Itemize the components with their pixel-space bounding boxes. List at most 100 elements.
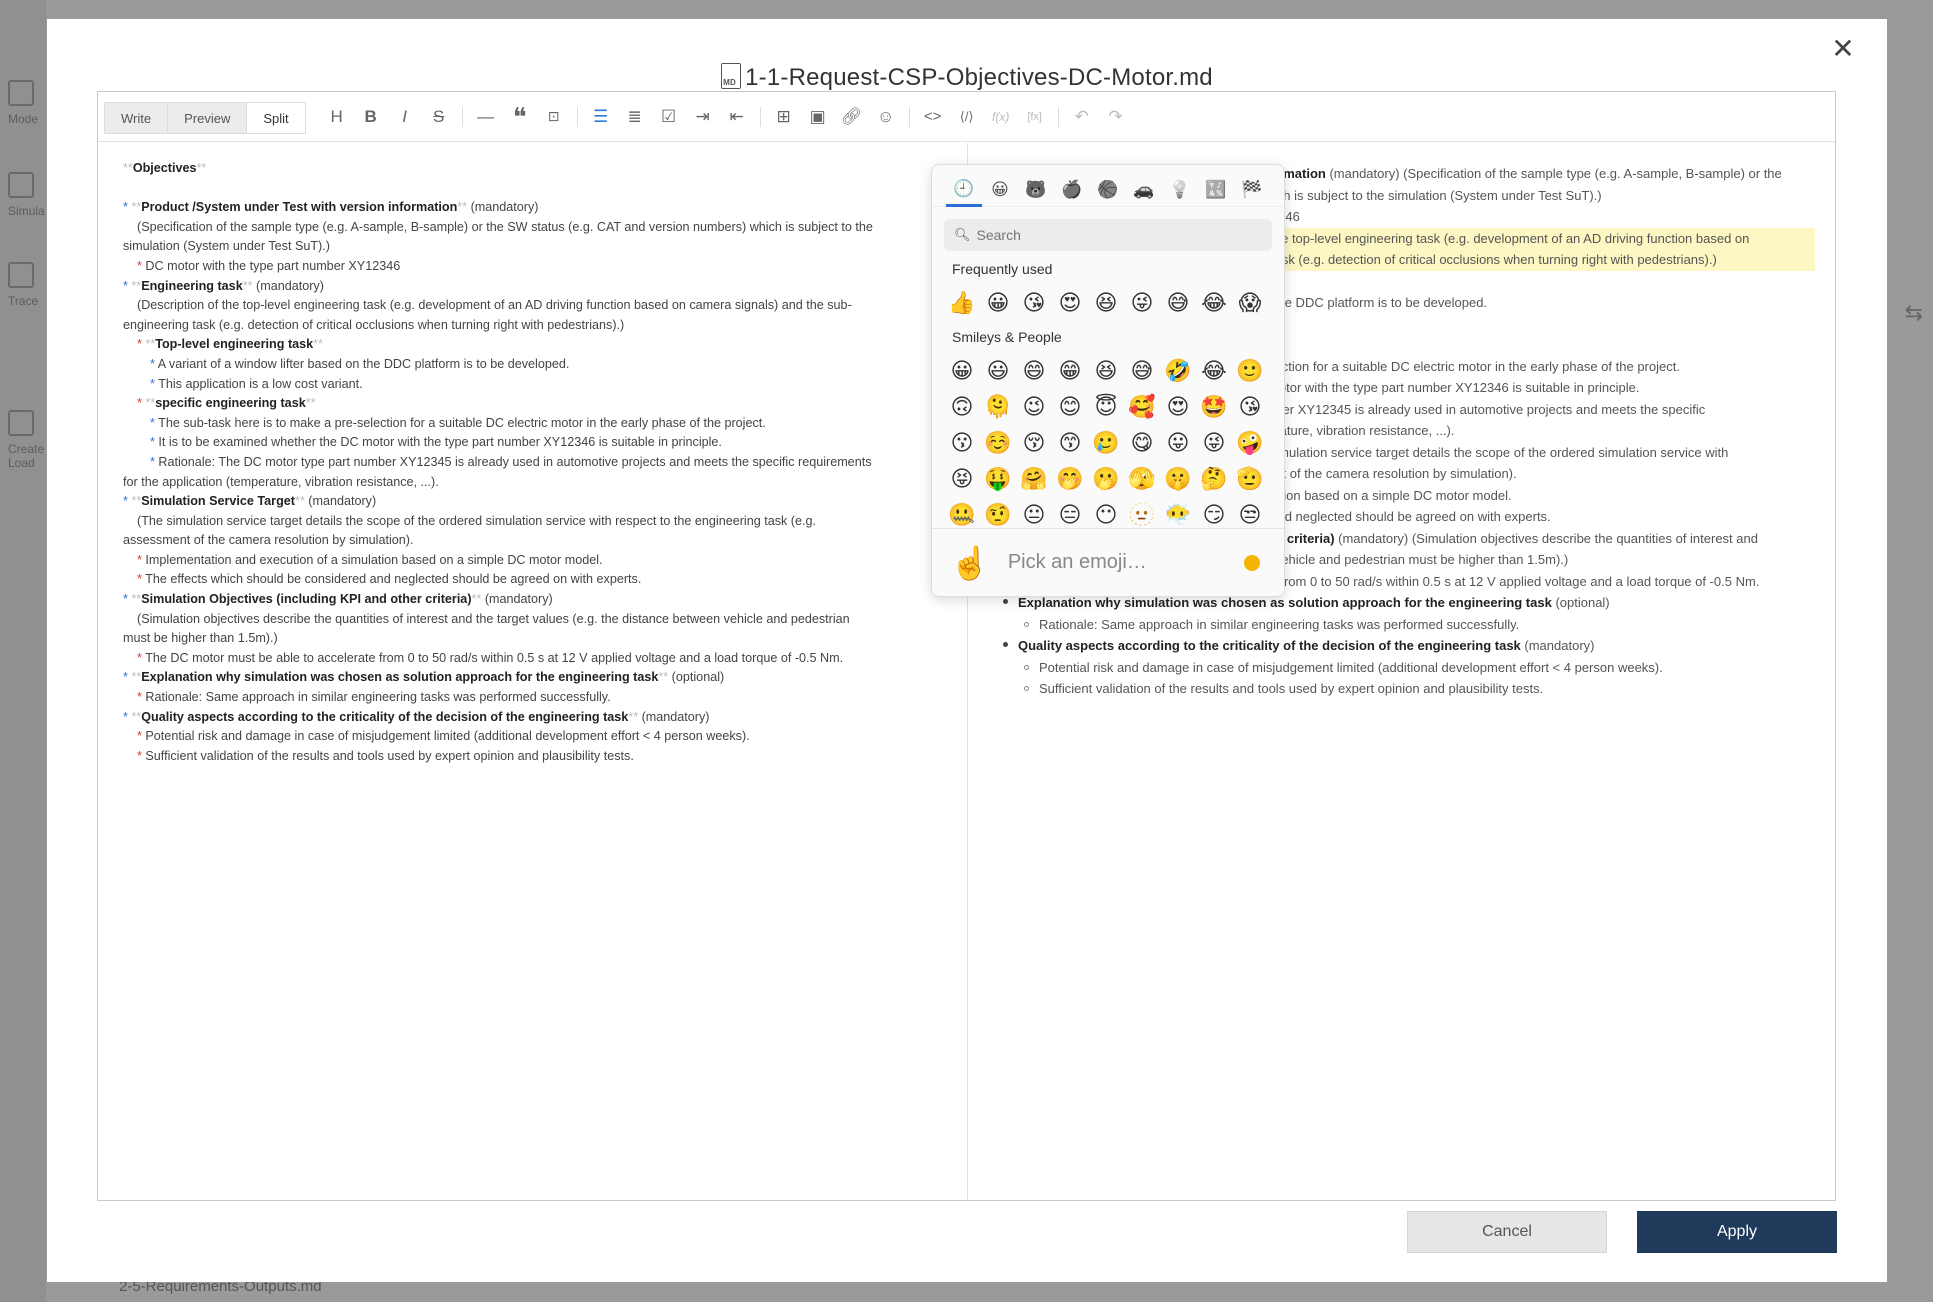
smiley-emoji[interactable]: ☺️ bbox=[980, 425, 1016, 461]
smiley-emoji[interactable]: 😗 bbox=[944, 425, 980, 461]
tab-write[interactable]: Write bbox=[104, 101, 168, 134]
smiley-emoji[interactable]: 😆 bbox=[1088, 353, 1124, 389]
smiley-emoji[interactable]: 🤭 bbox=[1052, 461, 1088, 497]
formula-block-icon[interactable]: [fx] bbox=[1018, 102, 1052, 132]
source-pane[interactable]: **Objectives** * **Product /System under… bbox=[98, 143, 968, 1200]
emoji-search-input[interactable] bbox=[976, 227, 1237, 243]
smiley-emoji[interactable]: 🤗 bbox=[1016, 461, 1052, 497]
frequent-emoji[interactable]: 😍 bbox=[1052, 285, 1088, 321]
smiley-emoji[interactable]: 😛 bbox=[1160, 425, 1196, 461]
collapse-icon[interactable]: ⊡ bbox=[537, 102, 571, 132]
cancel-button[interactable]: Cancel bbox=[1407, 1211, 1607, 1253]
smiley-emoji[interactable]: 🥲 bbox=[1088, 425, 1124, 461]
smiley-emoji[interactable]: 😋 bbox=[1124, 425, 1160, 461]
code-block-icon[interactable]: ⟨/⟩ bbox=[950, 102, 984, 132]
source-line: (Description of the top-level engineerin… bbox=[137, 298, 852, 313]
apply-button[interactable]: Apply bbox=[1637, 1211, 1837, 1253]
smiley-emoji[interactable]: 😚 bbox=[1016, 425, 1052, 461]
symbols-category-icon[interactable]: 🔣 bbox=[1198, 173, 1234, 207]
close-button[interactable]: ✕ bbox=[1829, 35, 1857, 63]
smiley-emoji[interactable]: 😝 bbox=[944, 461, 980, 497]
toolbar-divider bbox=[759, 106, 761, 127]
skin-tone-selector[interactable] bbox=[1244, 554, 1260, 571]
image-icon[interactable]: ▣ bbox=[801, 102, 835, 132]
frequent-emoji[interactable]: 😅 bbox=[1160, 285, 1196, 321]
frequent-emoji[interactable]: 😀 bbox=[980, 285, 1016, 321]
strikethrough-icon[interactable]: S bbox=[422, 102, 456, 132]
source-line: * This application is a low cost variant… bbox=[150, 376, 363, 391]
frequent-emoji[interactable]: 👍 bbox=[944, 285, 980, 321]
formula-icon[interactable]: f(x) bbox=[984, 102, 1018, 132]
frequent-emoji[interactable]: 😱 bbox=[1232, 285, 1268, 321]
frequent-emoji[interactable]: 😂 bbox=[1196, 285, 1232, 321]
smiley-emoji[interactable]: 🤣 bbox=[1160, 353, 1196, 389]
toolbar-divider bbox=[576, 106, 578, 127]
link-icon[interactable]: 🔗︎ bbox=[835, 102, 869, 132]
source-line: must be higher than 1.5m).) bbox=[123, 631, 278, 646]
preview-emoji: ☝️ bbox=[950, 544, 990, 581]
task-list-icon[interactable]: ☑ bbox=[652, 102, 686, 132]
tab-split[interactable]: Split bbox=[246, 101, 306, 134]
smiley-emoji[interactable]: 🥰 bbox=[1124, 389, 1160, 425]
smiley-emoji[interactable]: 😄 bbox=[1016, 353, 1052, 389]
source-line: * Sufficient validation of the results a… bbox=[137, 748, 634, 763]
smiley-emoji[interactable]: 😘 bbox=[1232, 389, 1268, 425]
tab-preview[interactable]: Preview bbox=[167, 101, 247, 134]
source-line: * The DC motor must be able to accelerat… bbox=[137, 650, 844, 665]
smiley-emoji[interactable]: 😜 bbox=[1196, 425, 1232, 461]
smiley-emoji[interactable]: 🤔 bbox=[1196, 461, 1232, 497]
preview-list-item: Rationale: Same approach in similar engi… bbox=[969, 614, 1835, 636]
outdent-icon[interactable]: ⇤ bbox=[720, 102, 754, 132]
smiley-emoji[interactable]: 😉 bbox=[1016, 389, 1052, 425]
smiley-emoji[interactable]: 🤩 bbox=[1196, 389, 1232, 425]
source-line: * **Engineering task** (mandatory) bbox=[123, 278, 324, 293]
quote-icon[interactable]: ❝ bbox=[503, 102, 537, 132]
smiley-emoji[interactable]: 🫣 bbox=[1124, 461, 1160, 497]
smiley-emoji[interactable]: 😊 bbox=[1052, 389, 1088, 425]
horizontal-rule-icon[interactable]: — bbox=[469, 102, 503, 132]
smiley-emoji[interactable]: 🫠 bbox=[980, 389, 1016, 425]
italic-icon[interactable]: I bbox=[388, 102, 422, 132]
objects-category-icon[interactable]: 💡 bbox=[1162, 173, 1198, 207]
frequent-emoji[interactable]: 😜 bbox=[1124, 285, 1160, 321]
heading-icon[interactable]: H bbox=[320, 102, 354, 132]
frequent-emoji[interactable]: 😘 bbox=[1016, 285, 1052, 321]
smiley-emoji[interactable]: 😁 bbox=[1052, 353, 1088, 389]
travel-category-icon[interactable]: 🚗 bbox=[1126, 173, 1162, 207]
table-icon[interactable]: ⊞ bbox=[767, 102, 801, 132]
source-line: * Rationale: The DC motor type part numb… bbox=[150, 454, 872, 469]
smiley-emoji[interactable]: 🤪 bbox=[1232, 425, 1268, 461]
bold-icon[interactable]: B bbox=[354, 102, 388, 132]
activity-category-icon[interactable]: 🏀 bbox=[1090, 173, 1126, 207]
ordered-list-icon[interactable]: ≣ bbox=[618, 102, 652, 132]
smileys-category-icon[interactable]: 😀 bbox=[982, 173, 1018, 207]
indent-icon[interactable]: ⇥ bbox=[686, 102, 720, 132]
frequent-emoji[interactable]: 😆 bbox=[1088, 285, 1124, 321]
recent-category-icon[interactable]: 🕘 bbox=[946, 173, 982, 207]
smiley-emoji[interactable]: 😇 bbox=[1088, 389, 1124, 425]
emoji-icon[interactable]: ☺ bbox=[869, 102, 903, 132]
smiley-emoji[interactable]: 😙 bbox=[1052, 425, 1088, 461]
smiley-emoji[interactable]: 😍 bbox=[1160, 389, 1196, 425]
smiley-emoji[interactable]: 😅 bbox=[1124, 353, 1160, 389]
smiley-emoji[interactable]: 🫡 bbox=[1232, 461, 1268, 497]
smiley-emoji[interactable]: 😀 bbox=[944, 353, 980, 389]
smiley-emoji[interactable]: 😃 bbox=[980, 353, 1016, 389]
source-line: * **Explanation why simulation was chose… bbox=[123, 670, 725, 685]
unordered-list-icon[interactable]: ☰ bbox=[584, 102, 618, 132]
smiley-emoji[interactable]: 😂 bbox=[1196, 353, 1232, 389]
code-icon[interactable]: <> bbox=[916, 102, 950, 132]
smiley-emoji[interactable]: 🤫 bbox=[1160, 461, 1196, 497]
food-category-icon[interactable]: 🍎 bbox=[1054, 173, 1090, 207]
source-line: assessment of the camera resolution by s… bbox=[123, 533, 414, 548]
smiley-emoji[interactable]: 🫢 bbox=[1088, 461, 1124, 497]
smiley-emoji[interactable]: 🙃 bbox=[944, 389, 980, 425]
smiley-emoji[interactable]: 🙂 bbox=[1232, 353, 1268, 389]
markdown-source[interactable]: **Objectives** * **Product /System under… bbox=[123, 159, 953, 766]
animals-category-icon[interactable]: 🐻 bbox=[1018, 173, 1054, 207]
smiley-emoji[interactable]: 🤑 bbox=[980, 461, 1016, 497]
flags-category-icon[interactable]: 🏁 bbox=[1234, 173, 1270, 207]
undo-icon[interactable]: ↶ bbox=[1065, 102, 1099, 132]
redo-icon[interactable]: ↷ bbox=[1099, 102, 1133, 132]
markdown-editor-dialog: 1-1-Request-CSP-Objectives-DC-Motor.md ✕… bbox=[47, 19, 1887, 1282]
